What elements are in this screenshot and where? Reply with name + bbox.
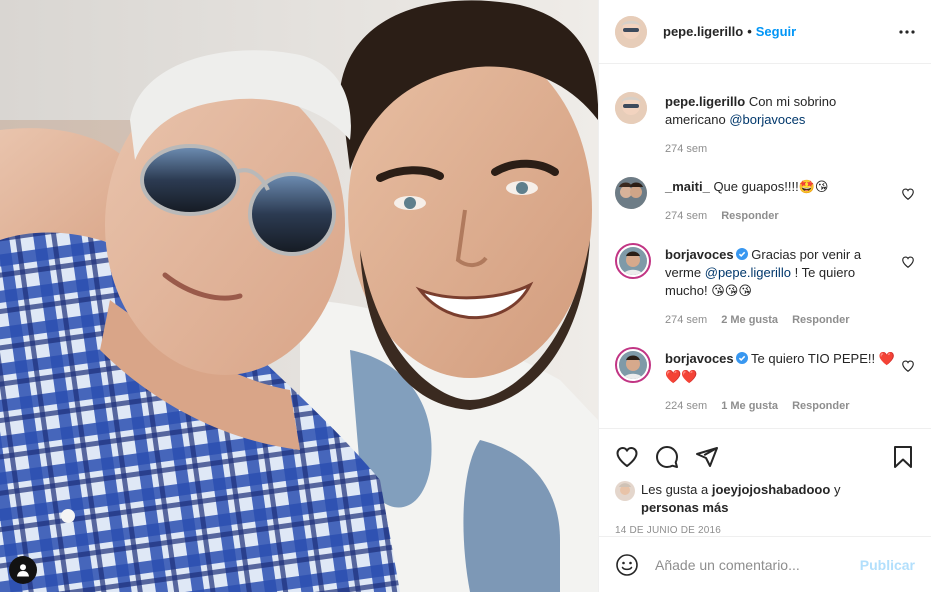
- share-icon[interactable]: [695, 445, 719, 469]
- author-username[interactable]: pepe.ligerillo: [663, 24, 743, 39]
- comment-time[interactable]: 274 sem: [665, 207, 707, 225]
- reply-button[interactable]: Responder: [792, 311, 849, 329]
- comments-list: pepe.ligerillo Con mi sobrino americano …: [599, 64, 931, 428]
- verified-badge-icon: [735, 352, 748, 364]
- avatar[interactable]: [615, 15, 647, 48]
- post-header: pepe.ligerillo • Seguir: [599, 0, 931, 64]
- comment-heart-icon[interactable]: [901, 359, 915, 373]
- post-actions: Les gusta a joeyjojoshabadooo y personas…: [599, 428, 931, 536]
- comment-heart-icon[interactable]: [901, 187, 915, 201]
- comment-heart-icon[interactable]: [901, 255, 915, 269]
- avatar[interactable]: [615, 177, 647, 209]
- avatar: [619, 351, 647, 379]
- liker-avatar-image: [615, 481, 635, 501]
- likes-prefix: Les gusta a: [641, 482, 709, 497]
- comment-meta: 274 sem Responder: [665, 207, 897, 225]
- avatar[interactable]: [615, 92, 647, 124]
- caption-meta: 274 sem: [665, 140, 897, 158]
- avatar: [619, 247, 647, 275]
- separator-dot: •: [747, 24, 752, 39]
- caption-time[interactable]: 274 sem: [665, 140, 707, 158]
- selfie-image: [0, 0, 598, 592]
- comment-username[interactable]: borjavoces: [665, 351, 734, 366]
- comment-input[interactable]: [655, 556, 860, 573]
- comment-username[interactable]: _maiti_: [665, 179, 710, 194]
- post-side-panel: pepe.ligerillo • Seguir pepe.ligerillo C…: [598, 0, 931, 592]
- heart-icon[interactable]: [615, 445, 639, 469]
- reply-button[interactable]: Responder: [792, 397, 849, 415]
- commenter-avatar-image: [615, 177, 647, 209]
- bookmark-icon[interactable]: [891, 445, 915, 469]
- likes-text: Les gusta a joeyjojoshabadooo y personas…: [641, 481, 840, 517]
- comment-body: borjavoces Te quiero TIO PEPE!! ❤️❤️❤️ 2…: [665, 337, 897, 415]
- comment-username[interactable]: borjavoces: [665, 247, 734, 262]
- comment-body: borjavoces Gracias por venir a verme @pe…: [665, 233, 897, 329]
- caption: pepe.ligerillo Con mi sobrino americano …: [615, 80, 915, 158]
- comment-item: borjavoces Gracias por venir a verme @pe…: [615, 233, 915, 329]
- comment-body: _maiti_ Que guapos!!!!🤩😘 274 sem Respond…: [665, 165, 897, 225]
- comment-likes-count[interactable]: 2 Me gusta: [721, 311, 778, 329]
- post-photo[interactable]: [0, 0, 598, 592]
- more-options-button[interactable]: [895, 20, 919, 44]
- comment-icon[interactable]: [655, 445, 679, 469]
- follow-button[interactable]: Seguir: [756, 24, 796, 39]
- more-options-icon: [899, 29, 915, 34]
- author-avatar-image: [615, 15, 647, 48]
- comment-item: _maiti_ Que guapos!!!!🤩😘 274 sem Respond…: [615, 165, 915, 225]
- story-ring[interactable]: [615, 243, 651, 279]
- action-icons: [615, 435, 915, 479]
- caption-mention[interactable]: @borjavoces: [729, 112, 805, 127]
- caption-username[interactable]: pepe.ligerillo: [665, 94, 745, 109]
- comment-time[interactable]: 274 sem: [665, 311, 707, 329]
- author-avatar-image: [615, 92, 647, 124]
- publish-button[interactable]: Publicar: [860, 557, 915, 573]
- user-tag-icon: [17, 564, 29, 577]
- comment-composer: Publicar: [599, 536, 931, 592]
- comment-meta: 224 sem 1 Me gusta Responder: [665, 397, 897, 415]
- commenter-avatar-image: [619, 247, 647, 275]
- comment-time[interactable]: 224 sem: [665, 397, 707, 415]
- post-date[interactable]: 14 DE JUNIO DE 2016: [615, 525, 915, 536]
- post-modal: pepe.ligerillo • Seguir pepe.ligerillo C…: [0, 0, 931, 592]
- user-tag-button[interactable]: [9, 556, 37, 584]
- comment-text: Que guapos!!!!🤩😘: [713, 179, 829, 194]
- reply-button[interactable]: Responder: [721, 207, 778, 225]
- comment-meta: 274 sem 2 Me gusta Responder: [665, 311, 897, 329]
- comment-mention[interactable]: @pepe.ligerillo: [705, 265, 791, 280]
- caption-body: pepe.ligerillo Con mi sobrino americano …: [665, 80, 897, 158]
- comment-likes-count[interactable]: 1 Me gusta: [721, 397, 778, 415]
- likes-and: y: [833, 482, 841, 497]
- emoji-icon[interactable]: [615, 553, 639, 577]
- liker-username[interactable]: joeyjojoshabadooo: [712, 482, 830, 497]
- comment-item: borjavoces Te quiero TIO PEPE!! ❤️❤️❤️ 2…: [615, 337, 915, 415]
- likes-others-link[interactable]: personas más: [641, 500, 728, 515]
- likes-summary: Les gusta a joeyjojoshabadooo y personas…: [615, 479, 915, 517]
- story-ring[interactable]: [615, 347, 651, 383]
- liker-avatar[interactable]: [615, 481, 635, 501]
- commenter-avatar-image: [619, 351, 647, 379]
- verified-badge-icon: [735, 248, 748, 260]
